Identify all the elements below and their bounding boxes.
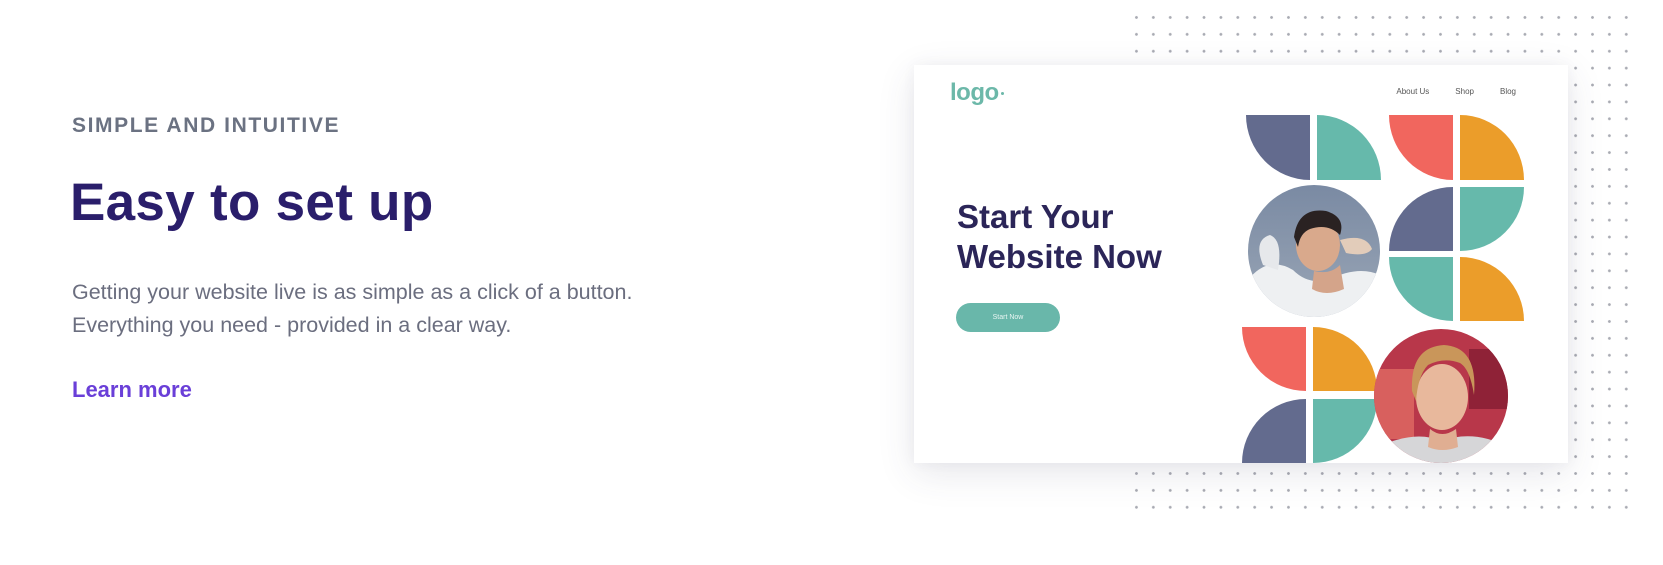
man-photo-illustration <box>1374 329 1508 463</box>
quarter-shape-orange <box>1313 327 1377 391</box>
quarter-shape-coral <box>1242 327 1306 391</box>
quarter-shape-coral <box>1389 115 1453 180</box>
section-description: Getting your website live is as simple a… <box>72 276 792 342</box>
woman-smiling-photo <box>1248 185 1380 317</box>
description-line: Everything you need - provided in a clea… <box>72 313 512 337</box>
quarter-shape-orange <box>1460 115 1524 180</box>
quarter-shape-navy <box>1389 187 1453 251</box>
section-title: Easy to set up <box>70 173 434 232</box>
learn-more-link[interactable]: Learn more <box>72 377 192 403</box>
quarter-shape-teal <box>1313 399 1377 463</box>
quarter-shape-orange <box>1460 257 1524 321</box>
quarter-shape-navy <box>1246 115 1310 180</box>
quarter-shape-teal <box>1460 187 1524 251</box>
website-preview-card: logo About Us Shop Blog Start Your Websi… <box>914 65 1568 463</box>
quarter-shape-teal <box>1317 115 1381 180</box>
eyebrow-label: SIMPLE AND INTUITIVE <box>72 114 341 137</box>
description-line: Getting your website live is as simple a… <box>72 280 633 304</box>
young-man-photo <box>1374 329 1508 463</box>
quarter-shape-teal <box>1389 257 1453 321</box>
woman-photo-illustration <box>1248 185 1380 317</box>
quarter-shape-navy <box>1242 399 1306 463</box>
